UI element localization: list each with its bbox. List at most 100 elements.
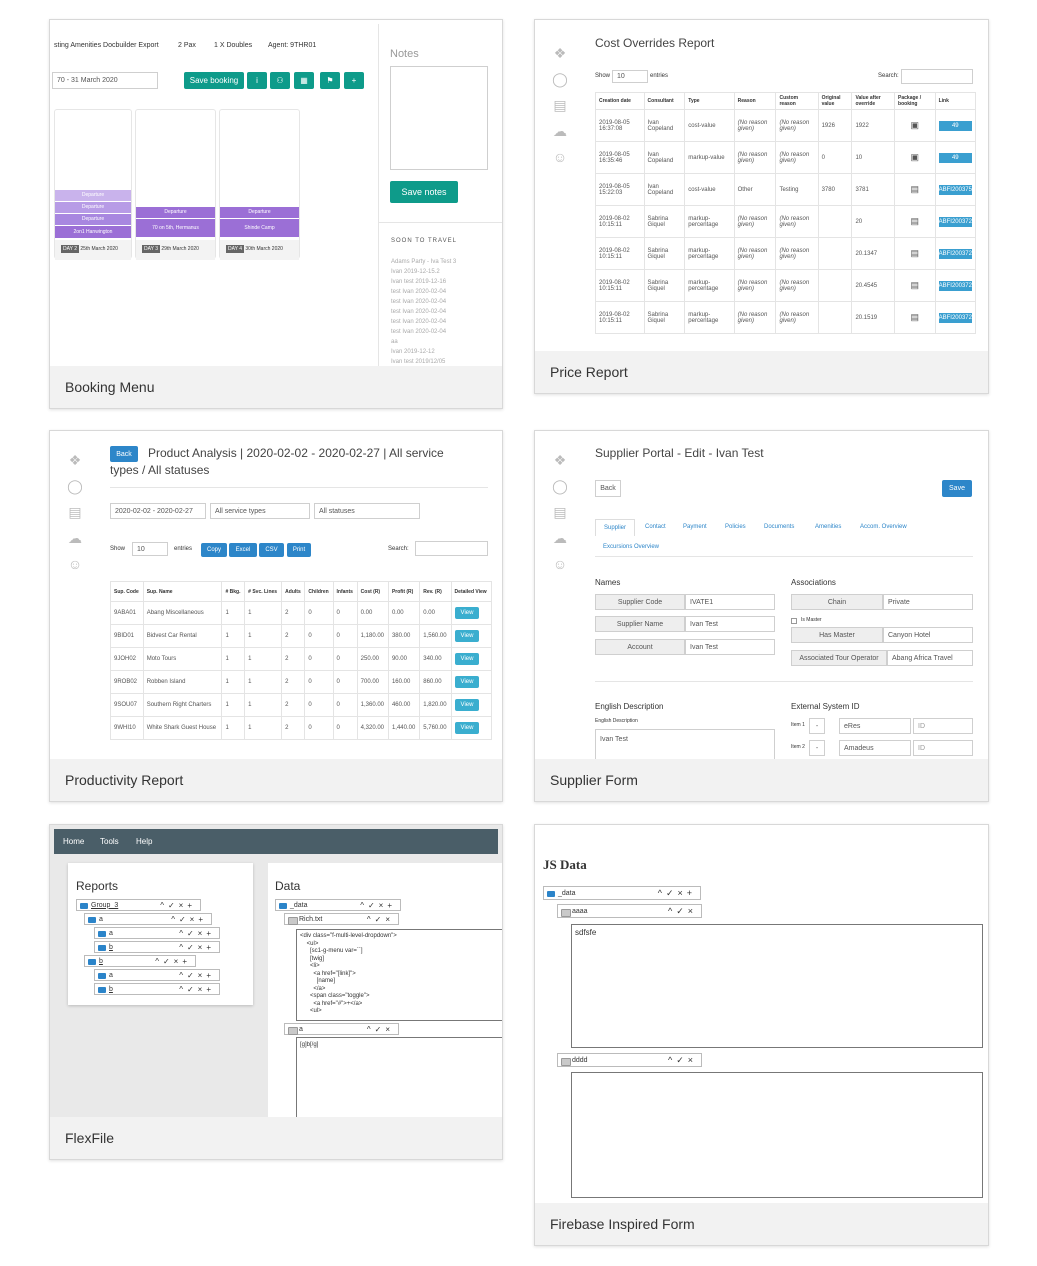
booking-link[interactable]: ABFI200372 [938, 312, 972, 323]
rich-file-editor[interactable]: <div class="f-multi-level-dropdown"> <ul… [296, 929, 502, 1021]
column-header[interactable]: Original value [817, 92, 853, 110]
event-item[interactable]: Departure [55, 190, 131, 201]
smile-icon[interactable]: ☺ [545, 551, 575, 577]
soon-to-travel-item[interactable]: Ivan test 2019-12-16 [391, 277, 456, 287]
column-header[interactable]: Link [934, 92, 977, 110]
column-header[interactable]: Consultant [643, 92, 686, 110]
column-header[interactable]: Detailed View [450, 581, 493, 602]
item-2-remove[interactable]: - [809, 740, 825, 756]
lifebuoy-icon[interactable]: ◯ [60, 473, 90, 499]
a-file-editor[interactable]: [g]b[/g] [296, 1037, 502, 1119]
a-file-node[interactable]: a ^✓× [284, 1023, 399, 1035]
entries-select[interactable]: 10 [612, 70, 648, 83]
csv-button[interactable]: CSV [259, 543, 284, 557]
tab-excursions-overview[interactable]: Excursions Overview [603, 544, 659, 550]
account-input[interactable]: Ivan Test [685, 639, 775, 655]
excel-button[interactable]: Excel [229, 543, 257, 557]
cubes-icon[interactable]: ❖ [545, 40, 575, 66]
event-item[interactable]: 2on1 Hanwington [55, 226, 131, 238]
card-firebase-form[interactable]: JS Data _data ^✓×+ aaaa ^✓× sdfsfe dddd ^✓×… [534, 824, 989, 1246]
service-type-select[interactable]: All service types [210, 503, 310, 519]
view-button[interactable]: View [454, 653, 480, 665]
soon-to-travel-item[interactable]: test Ivan 2020-02-04 [391, 287, 456, 297]
booking-link[interactable]: ABFI200375 [938, 184, 972, 195]
chain-select[interactable]: Private [883, 594, 973, 610]
column-header[interactable]: Profit (R) [387, 581, 421, 602]
tab-payment[interactable]: Payment [683, 524, 707, 530]
status-select[interactable]: All statuses [314, 503, 420, 519]
info-icon[interactable]: i [247, 72, 267, 89]
item-2-system-select[interactable]: Amadeus [839, 740, 911, 756]
card-supplier-form[interactable]: ❖ ◯ ▤ ☁ ☺ Supplier Portal - Edit - Ivan … [534, 430, 989, 802]
soon-to-travel-item[interactable]: test Ivan 2020-02-04 [391, 317, 456, 327]
data-root-node[interactable]: _data ^✓×+ [543, 886, 701, 900]
nav-tools[interactable]: Tools [100, 837, 119, 846]
supplier-name-input[interactable]: Ivan Test [685, 616, 775, 632]
column-header[interactable]: Creation date [595, 92, 645, 110]
aaaa-value-editor[interactable]: sdfsfe [571, 924, 983, 1048]
tree-node[interactable]: b ^✓×+ [84, 955, 196, 967]
supplier-code-input[interactable]: IVATE1 [685, 594, 775, 610]
tour-operator-select[interactable]: Abang Africa Travel [887, 650, 973, 666]
item-1-id-input[interactable]: ID [913, 718, 973, 734]
save-booking-button[interactable]: Save booking [184, 72, 244, 89]
cubes-icon[interactable]: ❖ [60, 447, 90, 473]
card-flexfile[interactable]: Home Tools Help Reports Group_3 ^✓×+ a ^✓×… [49, 824, 503, 1160]
event-item[interactable]: Departure [220, 207, 299, 218]
soon-to-travel-item[interactable]: test Ivan 2020-02-04 [391, 297, 456, 307]
column-header[interactable]: Reason [733, 92, 777, 110]
back-button[interactable]: Back [595, 480, 621, 497]
column-header[interactable]: Rev. (R) [419, 581, 452, 602]
tree-node[interactable]: b ^✓×+ [94, 983, 220, 995]
view-button[interactable]: View [454, 722, 480, 734]
view-button[interactable]: View [454, 699, 480, 711]
search-input[interactable] [415, 541, 488, 556]
column-header[interactable]: Infants [332, 581, 358, 602]
view-button[interactable]: View [454, 607, 480, 619]
calculator-icon[interactable]: ▤ [545, 92, 575, 118]
item-1-system-select[interactable]: eRes [839, 718, 911, 734]
column-header[interactable]: Cost (R) [356, 581, 389, 602]
booking-link[interactable]: ABFI200372 [938, 280, 972, 291]
view-button[interactable]: View [454, 630, 480, 642]
save-button[interactable]: Save [942, 480, 972, 497]
has-master-select[interactable]: Canyon Hotel [883, 627, 973, 643]
card-price-report[interactable]: ❖ ◯ ▤ ☁ ☺ Cost Overrides Report Show 10 … [534, 19, 989, 394]
tree-node[interactable]: Group_3 ^✓×+ [76, 899, 201, 911]
calculator-icon[interactable]: ▤ [545, 499, 575, 525]
tree-node[interactable]: a ^✓×+ [94, 927, 220, 939]
smile-icon[interactable]: ☺ [60, 551, 90, 577]
nav-home[interactable]: Home [63, 837, 84, 846]
column-header[interactable]: Value after override [851, 92, 896, 110]
column-header[interactable]: Sup. Name [142, 581, 223, 602]
tree-node[interactable]: a ^✓×+ [84, 913, 212, 925]
booking-link[interactable]: ABFI200372 [938, 216, 972, 227]
item-2-id-input[interactable]: ID [913, 740, 973, 756]
date-filter[interactable]: 2020-02-02 - 2020-02-27 [110, 503, 206, 519]
column-header[interactable]: Package / booking [894, 92, 936, 110]
entries-select[interactable]: 10 [132, 542, 168, 556]
aaaa-node[interactable]: aaaa ^✓× [557, 904, 702, 918]
item-1-remove[interactable]: - [809, 718, 825, 734]
data-root-node[interactable]: _data ^✓×+ [275, 899, 401, 911]
event-item[interactable]: Shinde Camp [220, 219, 299, 237]
dddd-value-editor[interactable] [571, 1072, 983, 1198]
column-header[interactable]: Adults [281, 581, 306, 602]
cloud-icon[interactable]: ☁ [545, 525, 575, 551]
cloud-icon[interactable]: ☁ [545, 118, 575, 144]
tree-node[interactable]: b ^✓×+ [94, 941, 220, 953]
event-item[interactable]: 70 on 5th, Hermanus [136, 219, 215, 237]
column-header[interactable]: Children [304, 581, 334, 602]
tab-documents[interactable]: Documents [764, 524, 794, 530]
tab-supplier[interactable]: Supplier [595, 519, 635, 536]
notes-textarea[interactable] [390, 66, 488, 170]
users-icon[interactable]: ⚇ [270, 72, 290, 89]
lifebuoy-icon[interactable]: ◯ [545, 473, 575, 499]
tab-amenities[interactable]: Amenities [815, 524, 841, 530]
soon-to-travel-item[interactable]: aa [391, 337, 456, 347]
booking-link[interactable]: 49 [938, 120, 972, 131]
lifebuoy-icon[interactable]: ◯ [545, 66, 575, 92]
flag-icon[interactable]: ⚑ [320, 72, 340, 89]
column-header[interactable]: # Svc. Lines [244, 581, 283, 602]
print-button[interactable]: Print [287, 543, 311, 557]
